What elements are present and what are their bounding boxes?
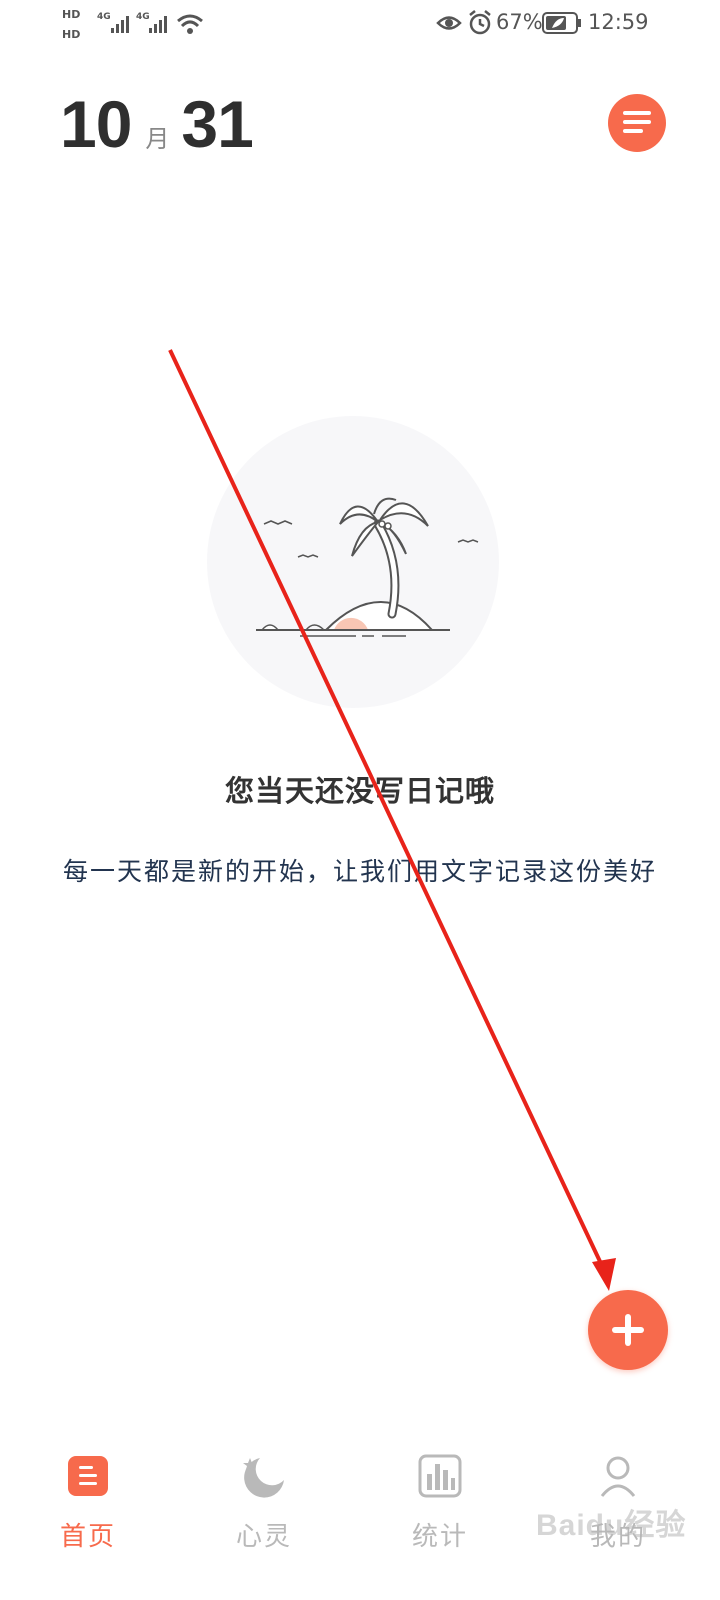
month-unit: 月 <box>145 125 170 153</box>
battery-percent: 67% <box>496 10 543 34</box>
clock-time: 12:59 <box>588 10 649 34</box>
network-type-1: 4G <box>97 12 111 22</box>
island-palm-tree-illustration <box>206 414 500 710</box>
wifi-icon <box>177 14 203 34</box>
menu-button[interactable] <box>608 94 666 152</box>
baidu-watermark: Baidu经验 <box>536 1509 687 1542</box>
signal-icon-2 <box>149 16 167 33</box>
battery-icon <box>542 12 581 34</box>
tab-soul[interactable]: 心灵 <box>204 1448 324 1558</box>
menu-lines-icon <box>623 111 651 133</box>
moon-star-icon <box>243 1458 284 1498</box>
empty-state-subtitle: 每一天都是新的开始，让我们用文字记录这份美好 <box>62 857 657 886</box>
user-icon <box>600 1456 636 1497</box>
tab-stats-label: 统计 <box>411 1522 468 1552</box>
bar-chart-icon <box>418 1454 462 1498</box>
tab-home-label: 首页 <box>59 1522 116 1552</box>
tab-soul-label: 心灵 <box>235 1522 292 1552</box>
status-bar: HD HD 4G 4G 67% 12:59 <box>0 0 720 50</box>
add-diary-button[interactable] <box>588 1290 668 1370</box>
day-number: 31 <box>181 87 253 161</box>
home-doc-icon <box>68 1456 108 1496</box>
eye-icon <box>436 16 462 30</box>
date-display: 10 月 31 <box>60 84 254 174</box>
tab-home[interactable]: 首页 <box>28 1448 148 1558</box>
tab-stats[interactable]: 统计 <box>380 1448 500 1558</box>
plus-icon <box>612 1314 644 1346</box>
alarm-icon <box>469 10 491 35</box>
hd-label-1: HD <box>62 8 81 21</box>
empty-state-title: 您当天还没写日记哦 <box>224 774 495 808</box>
signal-icon <box>111 16 129 33</box>
month-number: 10 <box>60 87 132 161</box>
hd-label-2: HD <box>62 28 81 41</box>
